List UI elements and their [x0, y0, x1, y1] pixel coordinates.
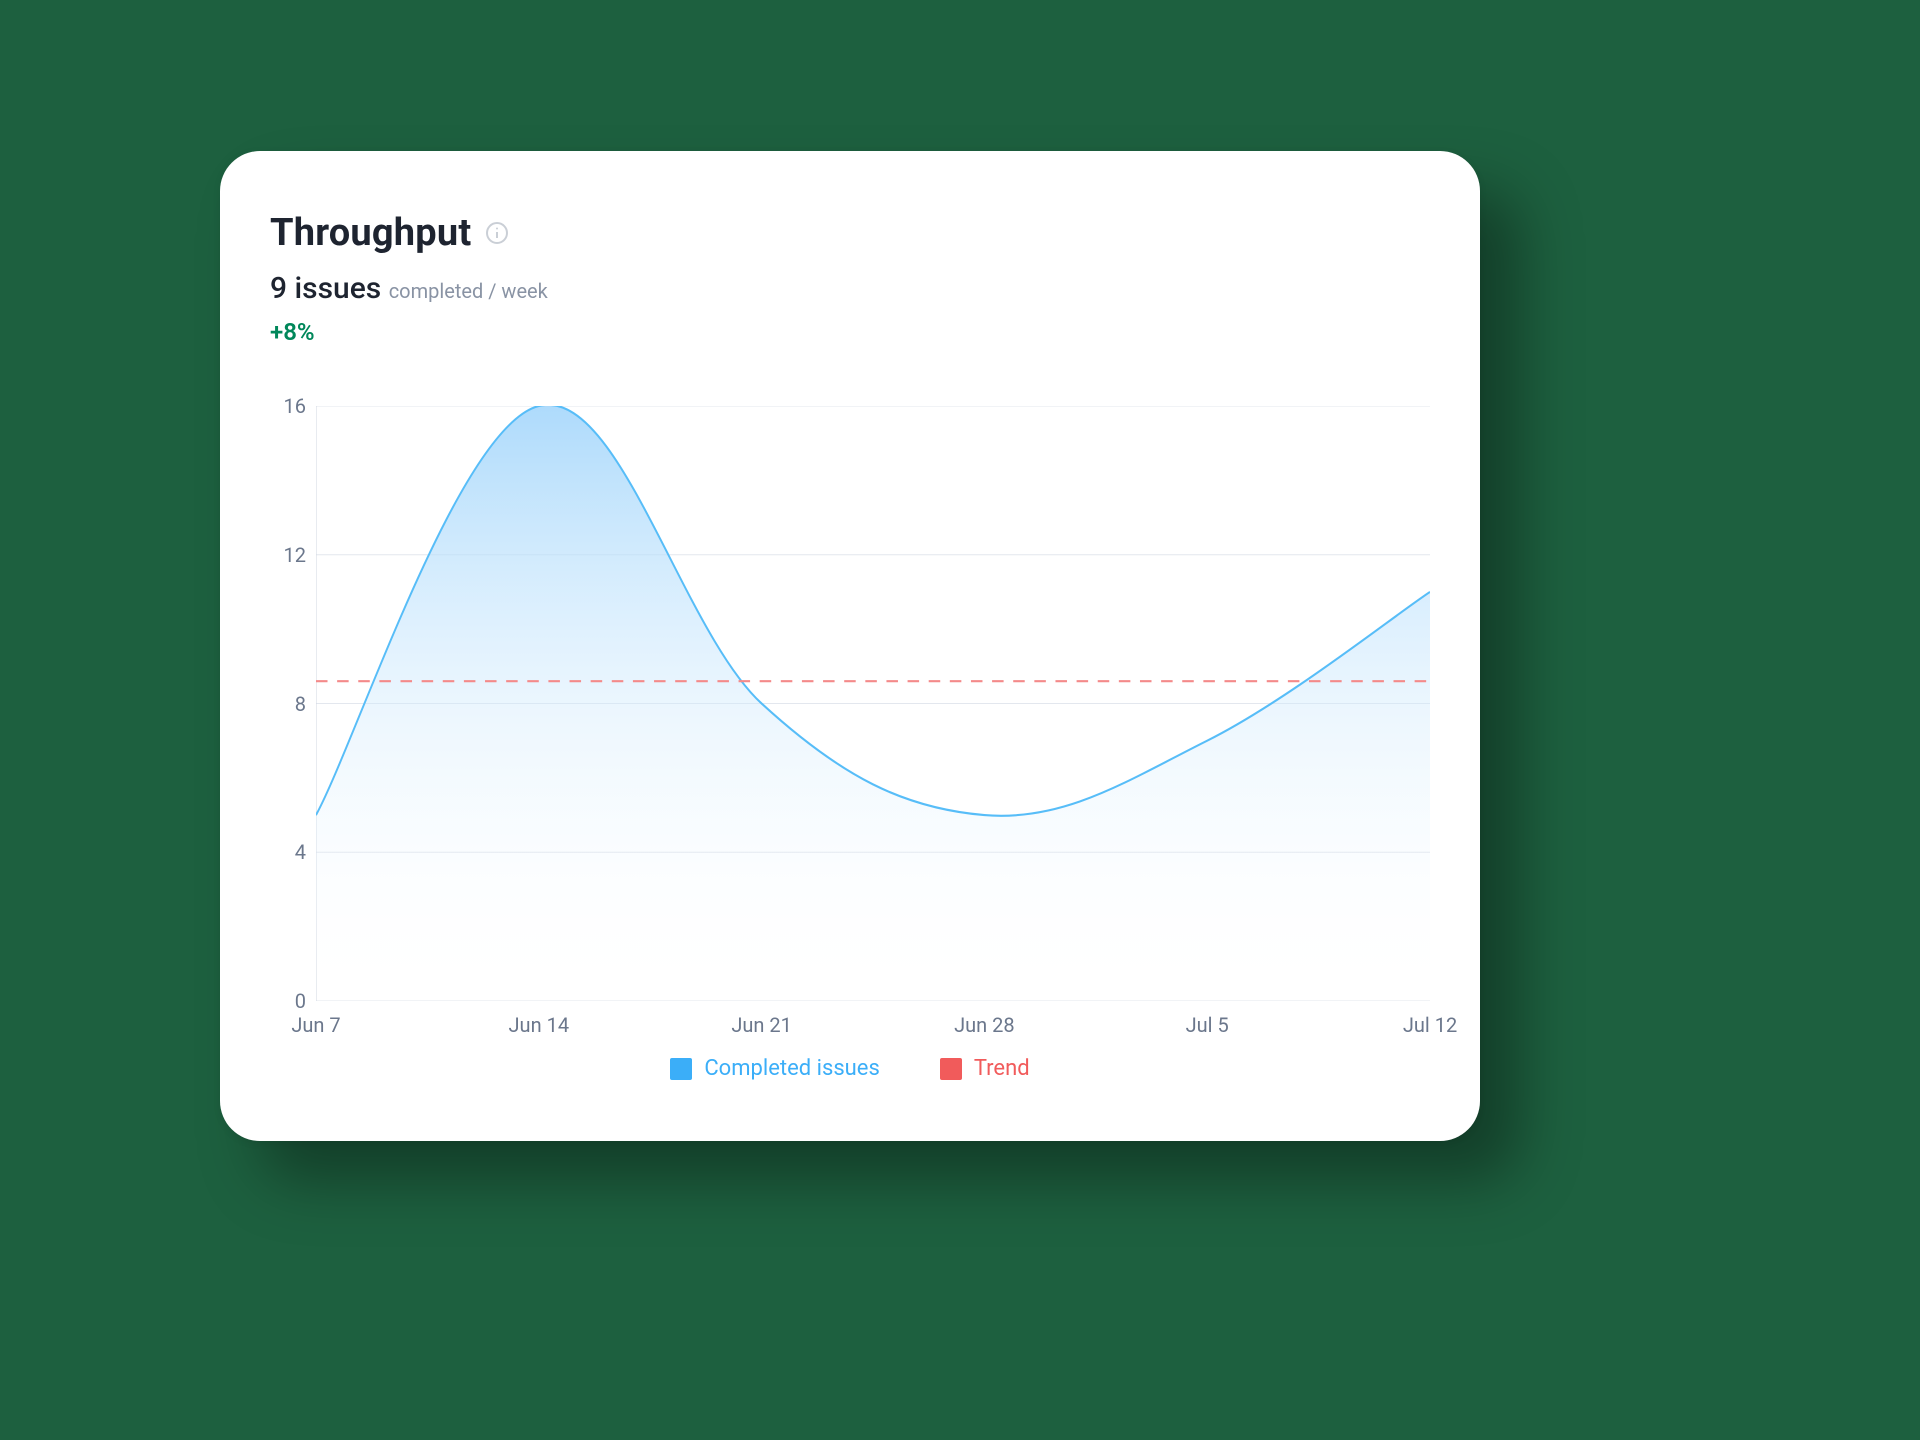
info-icon[interactable] — [485, 221, 509, 245]
title-row: Throughput — [270, 211, 1430, 255]
summary-line: 9 issues completed / week — [270, 271, 1430, 306]
y-tick: 12 — [270, 543, 306, 567]
y-tick: 8 — [270, 692, 306, 716]
x-tick: Jun 14 — [509, 1013, 570, 1037]
legend-trend-label: Trend — [974, 1056, 1030, 1081]
chart-svg — [316, 406, 1430, 1001]
legend-completed[interactable]: Completed issues — [670, 1056, 879, 1081]
summary-value: 9 issues — [270, 271, 381, 306]
card-title: Throughput — [270, 211, 471, 255]
throughput-card: Throughput 9 issues completed / week +8%… — [220, 151, 1480, 1141]
delta-badge: +8% — [270, 318, 1430, 346]
legend-completed-label: Completed issues — [704, 1056, 879, 1081]
x-tick: Jul 5 — [1186, 1013, 1229, 1037]
square-icon — [940, 1058, 962, 1080]
summary-unit: completed / week — [389, 279, 548, 303]
card-inner: Throughput 9 issues completed / week +8%… — [270, 211, 1430, 1081]
x-tick: Jun 21 — [731, 1013, 792, 1037]
x-tick: Jun 28 — [954, 1013, 1015, 1037]
legend-trend[interactable]: Trend — [940, 1056, 1030, 1081]
legend: Completed issues Trend — [270, 1056, 1430, 1081]
chart: 0481216 Jun 7Jun 14Jun 21Jun 28Jul 5Jul … — [270, 406, 1430, 1001]
x-tick: Jul 12 — [1403, 1013, 1457, 1037]
y-tick: 16 — [270, 394, 306, 418]
y-tick: 4 — [270, 840, 306, 864]
x-tick: Jun 7 — [291, 1013, 340, 1037]
square-icon — [670, 1058, 692, 1080]
y-tick: 0 — [270, 989, 306, 1013]
